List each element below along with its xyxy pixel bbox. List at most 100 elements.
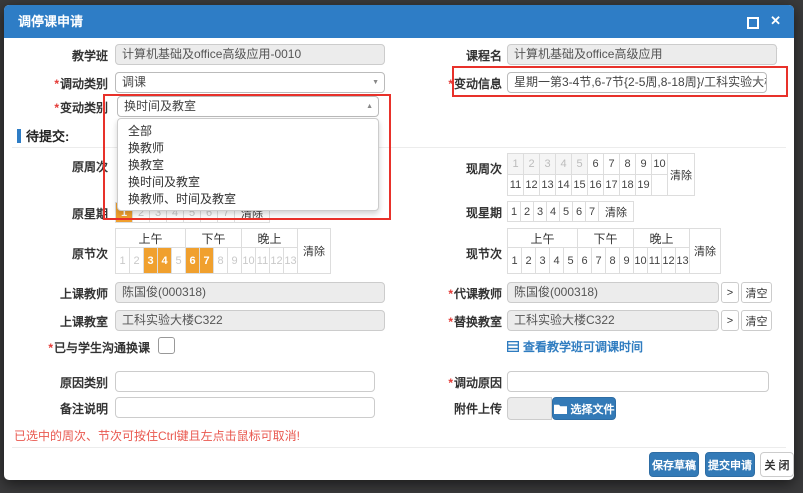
grid-cell[interactable]: 16 bbox=[588, 175, 603, 195]
clear-button[interactable]: 清除 bbox=[668, 154, 694, 195]
clear-button[interactable]: 清除 bbox=[298, 229, 330, 273]
teacher-field: 陈国俊(000318) bbox=[115, 282, 385, 303]
grid-cell[interactable]: 17 bbox=[604, 175, 619, 195]
grid-cell[interactable]: 15 bbox=[572, 175, 587, 195]
grid-cell[interactable]: 14 bbox=[556, 175, 571, 195]
dropdown-option-time-room[interactable]: 换时间及教室 bbox=[118, 174, 378, 191]
grid-cell[interactable]: 10 bbox=[652, 154, 667, 174]
grid-cell[interactable]: 12 bbox=[662, 248, 675, 273]
grid-cell[interactable]: 8 bbox=[606, 248, 619, 273]
grid-cell[interactable]: 18 bbox=[620, 175, 635, 195]
grid-cell: 2 bbox=[524, 154, 539, 174]
grid-cell[interactable]: 11 bbox=[648, 248, 661, 273]
sub-teacher-clear-button[interactable]: 清空 bbox=[741, 282, 772, 303]
move-reason-label: *调动原因 bbox=[448, 376, 502, 390]
sub-teacher-label: *代课教师 bbox=[448, 287, 502, 301]
grid-cell[interactable]: 9 bbox=[636, 154, 651, 174]
reason-type-input[interactable] bbox=[115, 371, 375, 392]
orig-day-label: 原星期 bbox=[71, 207, 108, 221]
new-room-clear-button[interactable]: 清空 bbox=[741, 310, 772, 331]
grid-cell: 8 bbox=[214, 248, 227, 273]
now-week-grid: 1 2 3 4 5 6 7 8 9 10 清除 11 12 13 14 15 16 17 18 19 bbox=[507, 153, 695, 196]
grid-header-cell: 上午 bbox=[116, 229, 185, 247]
grid-cell[interactable]: 6 bbox=[588, 154, 603, 174]
now-section-grid: 上午 下午 晚上 清除 1 2 3 4 5 6 7 8 9 10 11 12 13 bbox=[507, 228, 721, 274]
sub-teacher-field: 陈国俊(000318) bbox=[507, 282, 719, 303]
grid-header-cell: 上午 bbox=[508, 229, 577, 247]
maximize-icon[interactable] bbox=[747, 17, 759, 29]
reason-type-label: 原因类别 bbox=[59, 376, 108, 390]
grid-cell[interactable]: 6 bbox=[186, 248, 199, 273]
grid-cell[interactable]: 3 bbox=[144, 248, 157, 273]
grid-cell[interactable]: 2 bbox=[522, 248, 535, 273]
grid-cell[interactable]: 6 bbox=[578, 248, 591, 273]
save-draft-button[interactable]: 保存草稿 bbox=[649, 452, 699, 477]
required-asterisk: * bbox=[54, 77, 59, 91]
grid-cell[interactable]: 3 bbox=[534, 202, 546, 221]
grid-cell[interactable]: 9 bbox=[620, 248, 633, 273]
now-week-label: 现周次 bbox=[465, 162, 502, 176]
submit-button[interactable]: 提交申请 bbox=[705, 452, 755, 477]
grid-cell[interactable]: 4 bbox=[158, 248, 171, 273]
grid-cell[interactable]: 11 bbox=[508, 175, 523, 195]
now-section-label: 现节次 bbox=[465, 247, 502, 261]
grid-cell[interactable]: 3 bbox=[536, 248, 549, 273]
grid-cell[interactable]: 4 bbox=[550, 248, 563, 273]
change-type-dropdown: 全部 换教师 换教室 换时间及教室 换教师、时间及教室 bbox=[117, 118, 379, 211]
grid-cell: 3 bbox=[540, 154, 555, 174]
classroom-field: 工科实验大楼C322 bbox=[115, 310, 385, 331]
grid-cell[interactable]: 1 bbox=[508, 202, 520, 221]
grid-cell[interactable]: 5 bbox=[564, 248, 577, 273]
choose-file-button[interactable]: 选择文件 bbox=[552, 397, 616, 420]
move-type-select[interactable]: 调课 ▼ bbox=[115, 72, 385, 93]
change-type-select[interactable]: 换时间及教室 ▲ bbox=[117, 96, 379, 117]
clear-button[interactable]: 清除 bbox=[690, 229, 720, 273]
dropdown-option-teacher[interactable]: 换教师 bbox=[118, 140, 378, 157]
dropdown-option-teacher-time-room[interactable]: 换教师、时间及教室 bbox=[118, 191, 378, 208]
grid-cell: 5 bbox=[572, 154, 587, 174]
move-reason-input[interactable] bbox=[507, 371, 769, 392]
grid-cell[interactable]: 10 bbox=[634, 248, 647, 273]
remark-label: 备注说明 bbox=[59, 402, 108, 416]
communicated-checkbox[interactable] bbox=[158, 337, 175, 354]
grid-cell[interactable]: 7 bbox=[604, 154, 619, 174]
remark-input[interactable] bbox=[115, 397, 375, 418]
grid-cell[interactable]: 2 bbox=[521, 202, 533, 221]
grid-cell[interactable]: 7 bbox=[586, 202, 598, 221]
grid-cell bbox=[652, 175, 667, 195]
grid-cell[interactable]: 12 bbox=[524, 175, 539, 195]
dropdown-option-room[interactable]: 换教室 bbox=[118, 157, 378, 174]
close-icon[interactable]: ✕ bbox=[770, 5, 781, 37]
change-type-label: *变动类别 bbox=[54, 101, 108, 115]
grid-cell[interactable]: 6 bbox=[573, 202, 585, 221]
grid-cell: 4 bbox=[556, 154, 571, 174]
grid-cell[interactable]: 13 bbox=[676, 248, 689, 273]
teacher-label: 上课教师 bbox=[59, 287, 108, 301]
grid-cell[interactable]: 7 bbox=[592, 248, 605, 273]
clear-button[interactable]: 清除 bbox=[599, 202, 633, 221]
grid-cell: 12 bbox=[270, 248, 283, 273]
grid-cell[interactable]: 1 bbox=[508, 248, 521, 273]
required-asterisk: * bbox=[48, 341, 53, 355]
folder-icon bbox=[553, 404, 567, 414]
grid-cell[interactable]: 5 bbox=[560, 202, 572, 221]
grid-cell: 1 bbox=[116, 248, 129, 273]
teaching-class-label: 教学班 bbox=[71, 49, 108, 63]
page-background: { "header": { "title": "调停课申请" }, "icons… bbox=[0, 0, 803, 493]
grid-cell: 11 bbox=[256, 248, 269, 273]
grid-cell[interactable]: 13 bbox=[540, 175, 555, 195]
view-schedule-link[interactable]: 查看教学班可调课时间 bbox=[507, 338, 643, 355]
new-room-picker-button[interactable]: > bbox=[721, 310, 739, 331]
grid-cell[interactable]: 8 bbox=[620, 154, 635, 174]
selection-hint: 已选中的周次、节次可按住Ctrl键且左点击鼠标可取消! bbox=[14, 429, 300, 443]
teaching-class-field: 计算机基础及office高级应用-0010 bbox=[115, 44, 385, 65]
close-button[interactable]: 关 闭 bbox=[760, 452, 794, 477]
course-name-field: 计算机基础及office高级应用 bbox=[507, 44, 777, 65]
grid-cell[interactable]: 7 bbox=[200, 248, 213, 273]
section-bar bbox=[17, 128, 21, 143]
dropdown-option-all[interactable]: 全部 bbox=[118, 123, 378, 140]
sub-teacher-picker-button[interactable]: > bbox=[721, 282, 739, 303]
grid-cell[interactable]: 4 bbox=[547, 202, 559, 221]
grid-cell[interactable]: 19 bbox=[636, 175, 651, 195]
change-info-select[interactable]: 星期一第3-4节,6-7节{2-5周,8-18周}/工科实验大楼C3...▼ bbox=[507, 72, 767, 93]
